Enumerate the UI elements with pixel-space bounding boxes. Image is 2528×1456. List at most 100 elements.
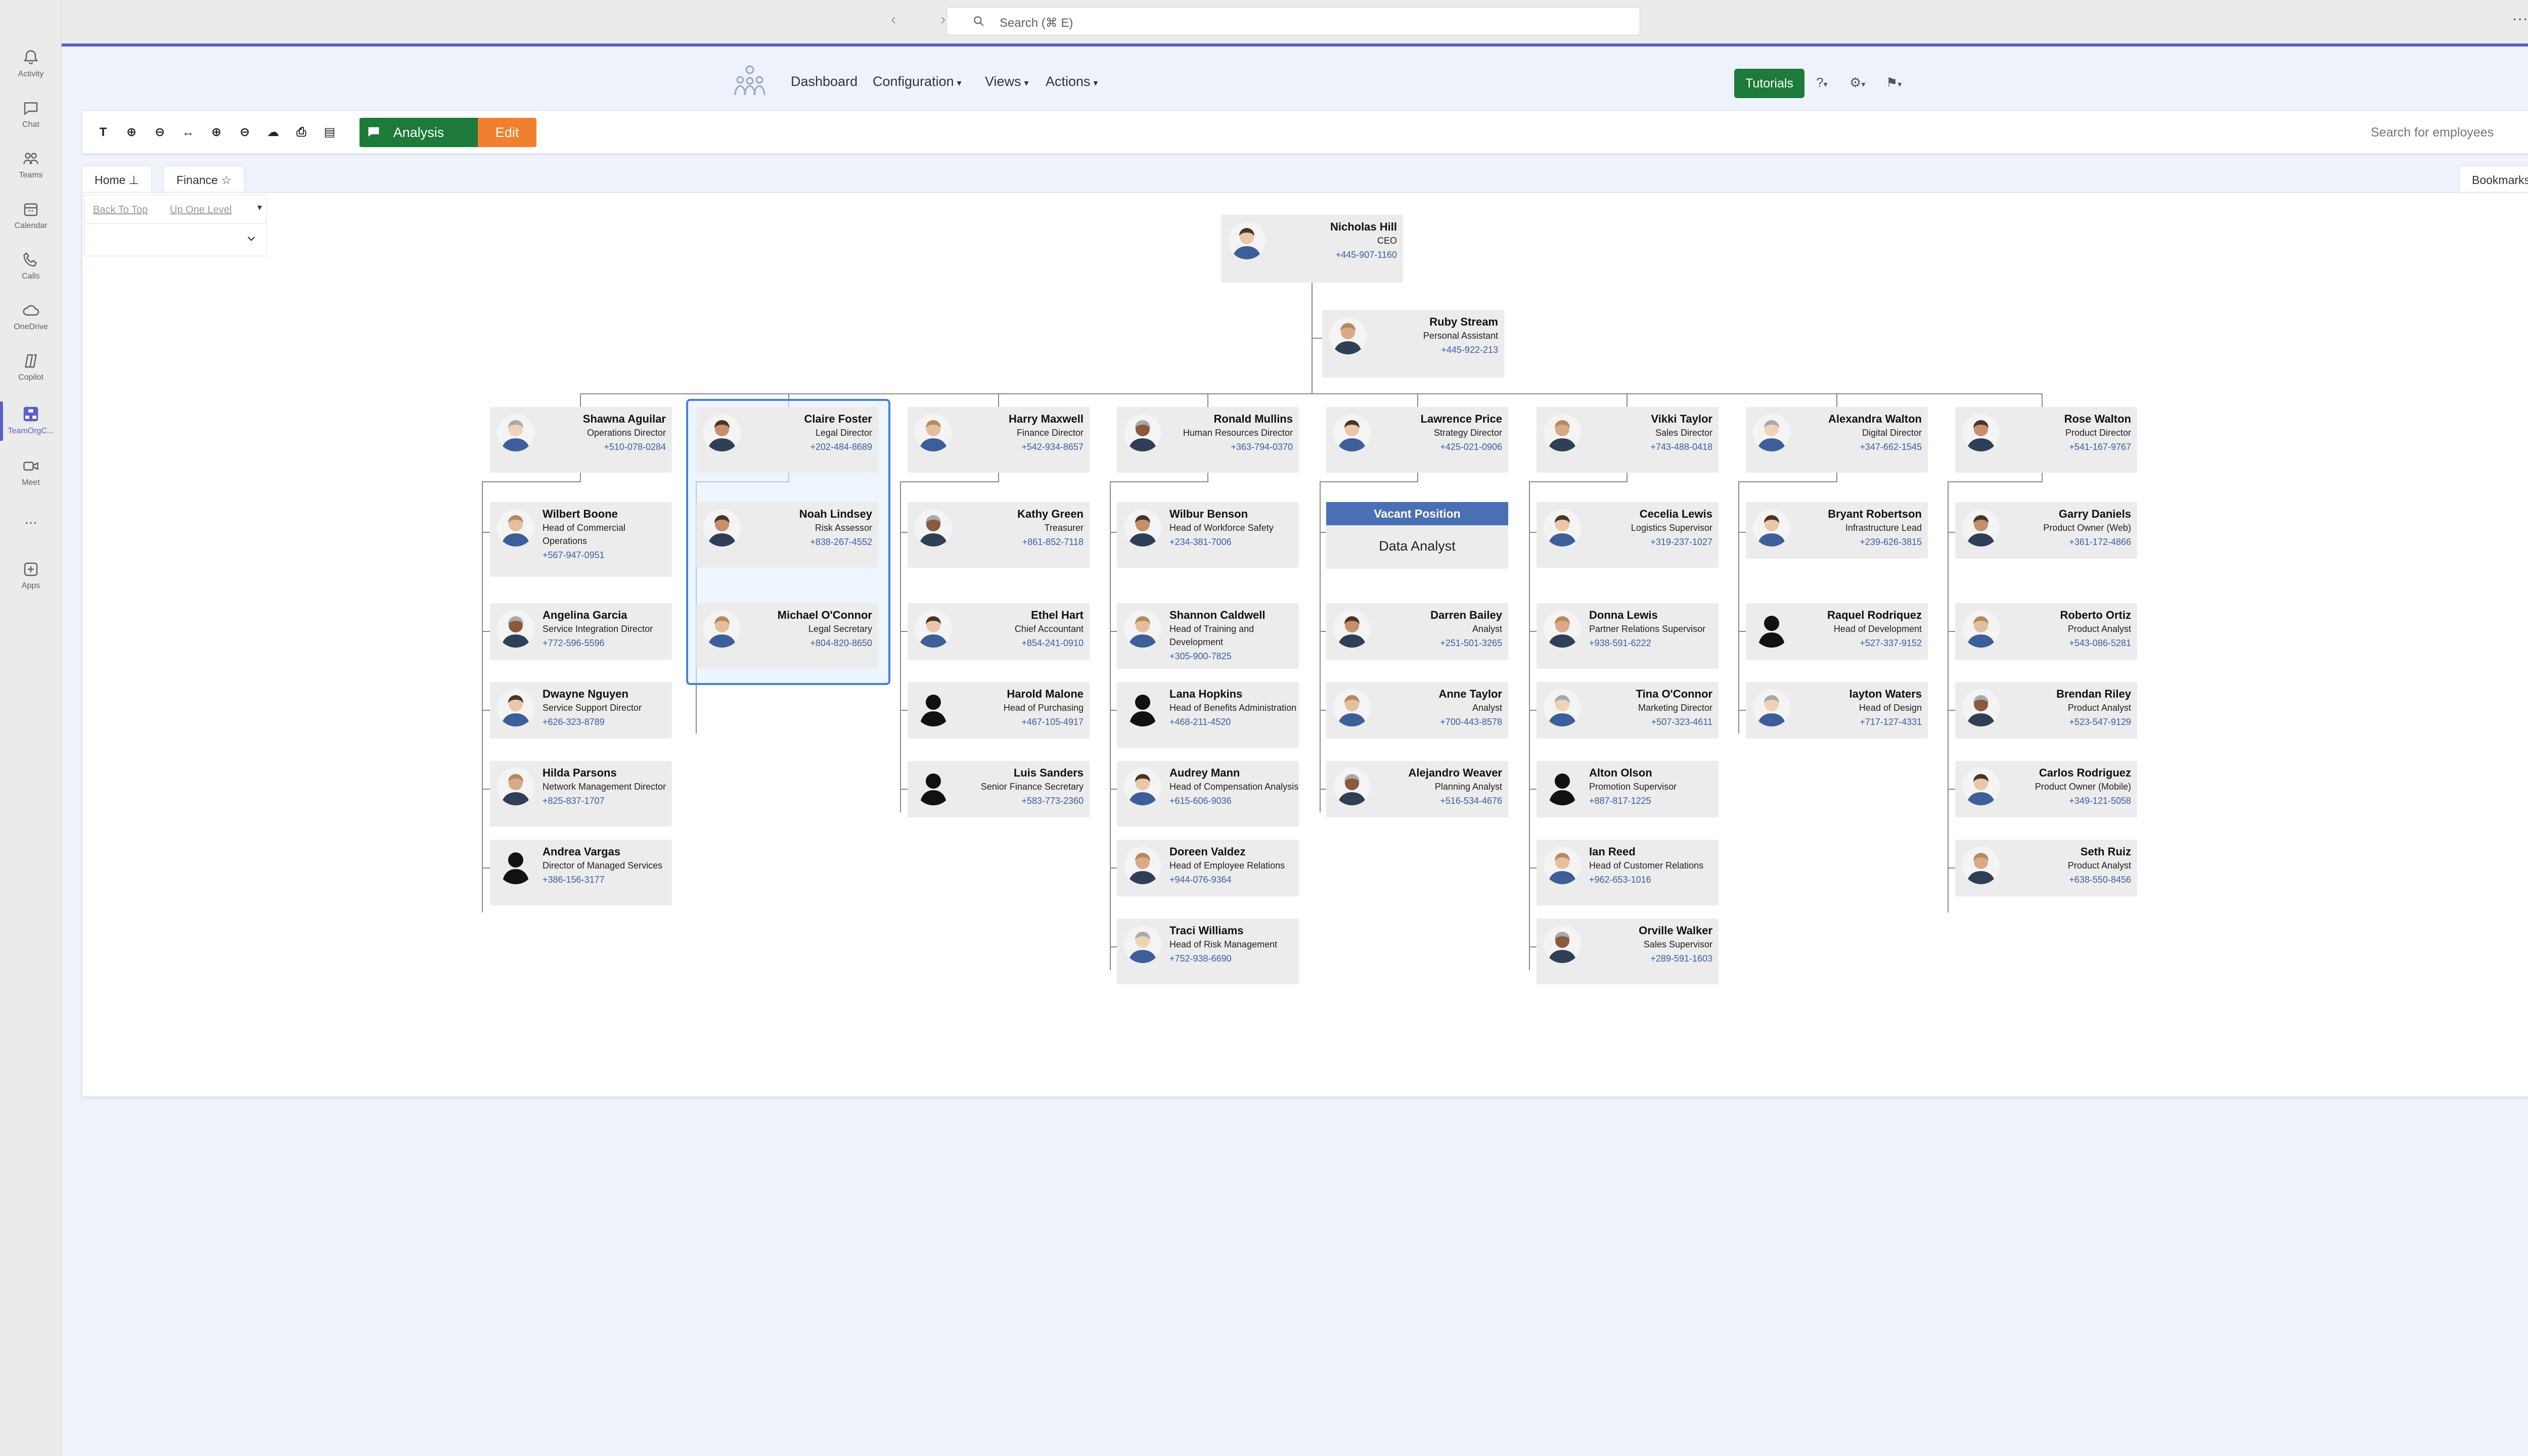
language-icon[interactable]: ⚑▾ (1886, 75, 1902, 90)
employee-phone[interactable]: +638-550-8456 (2002, 872, 2131, 887)
employee-card-cecelia[interactable]: Cecelia Lewis Logistics Supervisor +319-23… (1537, 502, 1719, 568)
employee-phone[interactable]: +251-501-3265 (1373, 635, 1502, 651)
employee-phone[interactable]: +523-547-9129 (2002, 714, 2131, 730)
employee-phone[interactable]: +838-267-4552 (743, 534, 872, 550)
upload-icon[interactable]: ☁ (261, 121, 285, 144)
employee-phone[interactable]: +583-773-2360 (954, 793, 1084, 808)
vacant-position-card[interactable]: Vacant Position Data Analyst (1326, 502, 1508, 569)
employee-card-doreen[interactable]: Doreen Valdez Head of Employee Relations +… (1117, 840, 1299, 896)
employee-phone[interactable]: +510-078-0284 (536, 439, 666, 454)
employee-phone[interactable]: +363-794-0370 (1163, 439, 1293, 454)
employee-phone[interactable]: +944-076-9364 (1169, 872, 1299, 887)
zoom-out-icon[interactable]: ⊖ (148, 121, 171, 144)
more-options-button[interactable]: ··· (2512, 9, 2528, 28)
employee-card-traci[interactable]: Traci Williams Head of Risk Management +75… (1117, 919, 1299, 984)
employee-card-tina[interactable]: Tina O'Connor Marketing Director +507-323-… (1537, 682, 1719, 739)
employee-card-wilbur[interactable]: Wilbur Benson Head of Workforce Safety +23… (1117, 502, 1299, 568)
employee-phone[interactable]: +527-337-9152 (1792, 635, 1922, 651)
menu-configuration[interactable]: Configuration ▾ (873, 74, 962, 89)
employee-card-layton[interactable]: layton Waters Head of Design +717-127-4331 (1746, 682, 1928, 739)
employee-phone[interactable]: +289-591-1603 (1583, 951, 1712, 966)
employee-card-garry[interactable]: Garry Daniels Product Owner (Web) +361-172… (1955, 502, 2137, 559)
employee-phone[interactable]: +962-653-1016 (1589, 872, 1719, 887)
employee-phone[interactable]: +938-591-6222 (1589, 635, 1719, 651)
employee-phone[interactable]: +202-484-8689 (743, 439, 872, 454)
employee-phone[interactable]: +234-381-7006 (1169, 534, 1299, 550)
employee-phone[interactable]: +445-922-213 (1369, 342, 1498, 357)
employee-card-shawna[interactable]: Shawna Aguilar Operations Director +510-07… (490, 407, 672, 473)
employee-phone[interactable]: +468-211-4520 (1169, 714, 1299, 730)
employee-phone[interactable]: +467-105-4917 (954, 714, 1084, 730)
employee-card-carlos[interactable]: Carlos Rodriguez Product Owner (Mobile) +3… (1955, 761, 2137, 817)
employee-phone[interactable]: +239-626-3815 (1792, 534, 1922, 550)
employee-card-roberto[interactable]: Roberto Ortiz Product Analyst +543-086-528… (1955, 603, 2137, 660)
employee-phone[interactable]: +445-907-1160 (1268, 247, 1397, 262)
employee-search-input[interactable] (2363, 118, 2524, 147)
global-search-input[interactable]: Search (⌘ E) (946, 7, 1640, 35)
employee-card-bryant[interactable]: Bryant Robertson Infrastructure Lead +239-… (1746, 502, 1928, 559)
employee-card-ceo[interactable]: Nicholas Hill CEO +445-907-1160 (1221, 215, 1403, 283)
employee-card-harold[interactable]: Harold Malone Head of Purchasing +467-105-… (908, 682, 1090, 739)
collapse-all-icon[interactable]: ⊖ (233, 121, 256, 144)
employee-card-audrey[interactable]: Audrey Mann Head of Compensation Analysis… (1117, 761, 1299, 827)
employee-card-brendan[interactable]: Brendan Riley Product Analyst +523-547-912… (1955, 682, 2137, 739)
employee-phone[interactable]: +717-127-4331 (1792, 714, 1922, 730)
employee-phone[interactable]: +386-156-3177 (543, 872, 672, 887)
employee-phone[interactable]: +305-900-7825 (1169, 649, 1299, 664)
employee-phone[interactable]: +804-820-8650 (743, 635, 872, 651)
employee-card-raquel[interactable]: Raquel Rodriquez Head of Development +527-… (1746, 603, 1928, 660)
employee-card-wilbert[interactable]: Wilbert Boone Head of Commercial Operatio… (490, 502, 672, 577)
rail-copilot[interactable]: Copilot (0, 352, 62, 382)
rail-teamorgchart[interactable]: TeamOrgC... (0, 401, 62, 441)
employee-phone[interactable]: +743-488-0418 (1583, 439, 1712, 454)
employee-card-lawrence[interactable]: Lawrence Price Strategy Director +425-021-… (1326, 407, 1508, 473)
employee-card-rose[interactable]: Rose Walton Product Director +541-167-9767 (1955, 407, 2137, 473)
employee-phone[interactable]: +361-172-4866 (2002, 534, 2131, 550)
employee-card-alejandro[interactable]: Alejandro Weaver Planning Analyst +516-534… (1326, 761, 1508, 817)
menu-views[interactable]: Views ▾ (985, 74, 1029, 89)
rail-meet[interactable]: Meet (0, 457, 62, 487)
help-icon[interactable]: ?▾ (1816, 75, 1828, 90)
more-icon[interactable]: ... (0, 511, 62, 528)
employee-card-darren[interactable]: Darren Bailey Analyst +251-501-3265 (1326, 603, 1508, 660)
rail-onedrive[interactable]: OneDrive (0, 301, 62, 332)
edit-button[interactable]: Edit (478, 118, 536, 147)
employee-phone[interactable]: +541-167-9767 (2002, 439, 2131, 454)
rail-calls[interactable]: Calls (0, 251, 62, 281)
employee-phone[interactable]: +347-662-1545 (1792, 439, 1922, 454)
export-pdf-icon[interactable]: ▤ (318, 121, 341, 144)
employee-card-lana[interactable]: Lana Hopkins Head of Benefits Administrat… (1117, 682, 1299, 748)
employee-phone[interactable]: +349-121-5058 (2002, 793, 2131, 808)
rail-chat[interactable]: Chat (0, 99, 62, 129)
text-size-icon[interactable]: T (92, 121, 115, 144)
tab-home[interactable]: Home ⊥ (82, 166, 152, 193)
employee-phone[interactable]: +567-947-0951 (543, 548, 672, 563)
fit-width-icon[interactable]: ↔ (176, 121, 200, 144)
employee-phone[interactable]: +542-934-8657 (954, 439, 1084, 454)
employee-phone[interactable]: +854-241-0910 (954, 635, 1084, 651)
employee-card-ethel[interactable]: Ethel Hart Chief Accountant +854-241-0910 (908, 603, 1090, 660)
zoom-in-icon[interactable]: ⊕ (120, 121, 143, 144)
employee-card-alexandra[interactable]: Alexandra Walton Digital Director +347-662… (1746, 407, 1928, 473)
employee-card-angelina[interactable]: Angelina Garcia Service Integration Direc… (490, 603, 672, 660)
employee-card-orville[interactable]: Orville Walker Sales Supervisor +289-591-1… (1537, 919, 1719, 984)
employee-phone[interactable]: +887-817-1225 (1589, 793, 1719, 808)
tab-finance[interactable]: Finance ☆ (164, 166, 244, 193)
orgchart-canvas[interactable]: Back To Top Up One Level ▾ Nicholas Hill… (82, 192, 2528, 1097)
employee-phone[interactable]: +507-323-4611 (1583, 714, 1712, 730)
employee-card-vikki[interactable]: Vikki Taylor Sales Director +743-488-0418 (1537, 407, 1719, 473)
tutorials-button[interactable]: Tutorials (1734, 69, 1804, 98)
employee-card-michael[interactable]: Michael O'Connor Legal Secretary +804-820-… (696, 603, 878, 669)
rail-activity[interactable]: Activity (0, 49, 62, 79)
employee-card-anne[interactable]: Anne Taylor Analyst +700-443-8578 (1326, 682, 1508, 739)
expand-all-icon[interactable]: ⊕ (205, 121, 228, 144)
employee-phone[interactable]: +861-852-7118 (954, 534, 1084, 550)
employee-card-donna[interactable]: Donna Lewis Partner Relations Supervisor +… (1537, 603, 1719, 669)
employee-card-hilda[interactable]: Hilda Parsons Network Management Director… (490, 761, 672, 827)
employee-card-ian[interactable]: Ian Reed Head of Customer Relations +962-6… (1537, 840, 1719, 905)
employee-card-alton[interactable]: Alton Olson Promotion Supervisor +887-817-… (1537, 761, 1719, 817)
employee-card-claire[interactable]: Claire Foster Legal Director +202-484-8689 (696, 407, 878, 473)
employee-phone[interactable]: +319-237-1027 (1583, 534, 1712, 550)
print-icon[interactable]: ⎙ (290, 121, 313, 144)
employee-card-shannon[interactable]: Shannon Caldwell Head of Training and Dev… (1117, 603, 1299, 669)
